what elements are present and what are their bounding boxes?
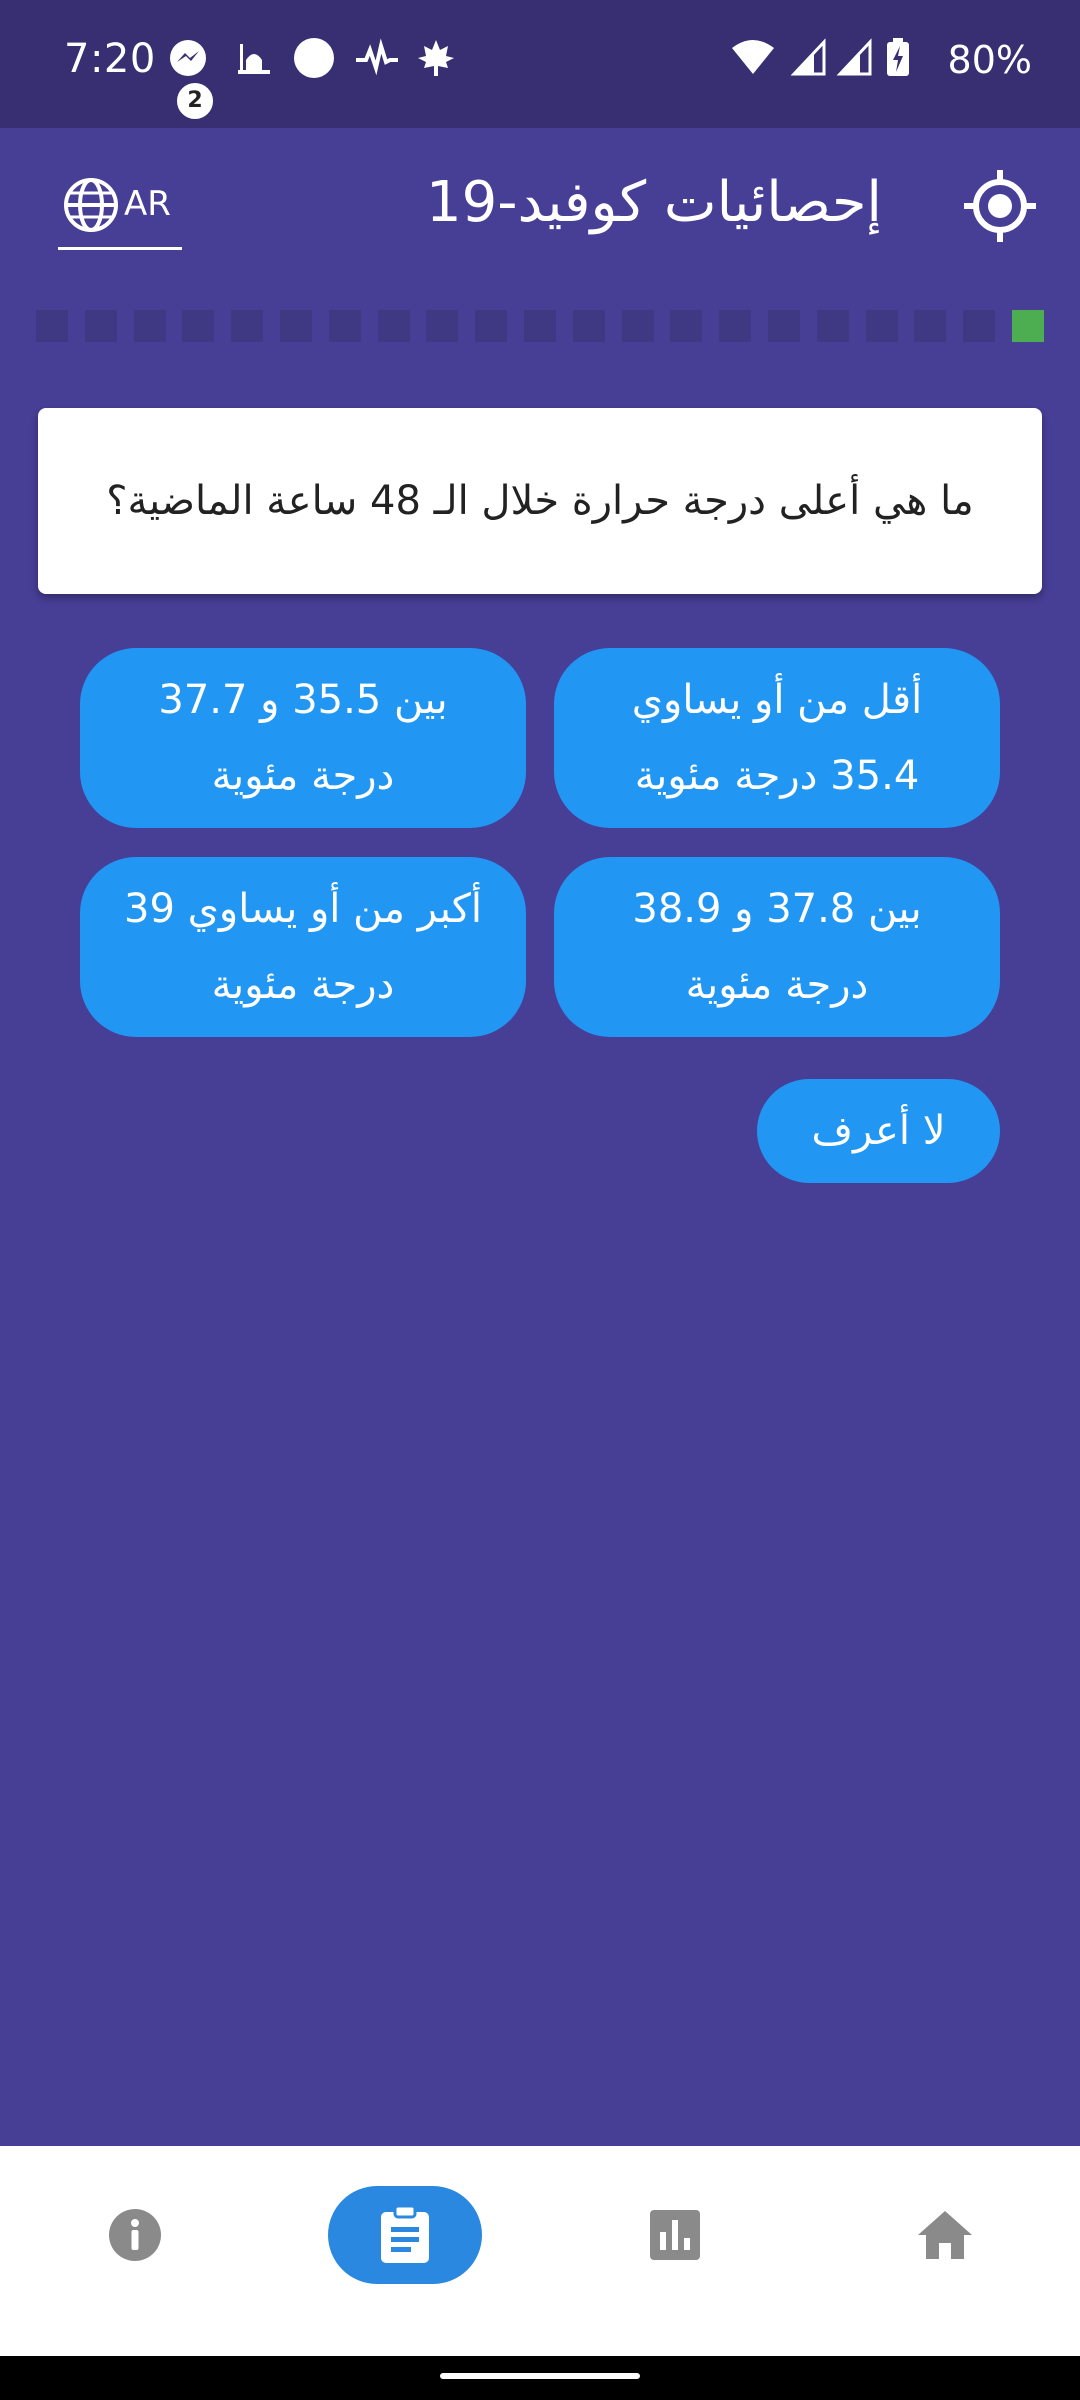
battery-percent: 80% — [947, 38, 1032, 82]
system-icons — [730, 38, 930, 88]
nav-item-info[interactable] — [58, 2186, 212, 2284]
status-bar: 7:20 2 80% — [0, 0, 1080, 128]
gesture-handle[interactable] — [440, 2373, 640, 2379]
question-card: ما هي أعلى درجة حرارة خلال الـ 48 ساعة ا… — [38, 408, 1042, 594]
progress-step — [475, 310, 508, 342]
progress-step — [621, 310, 654, 342]
language-button[interactable]: AR — [58, 174, 182, 250]
progress-step — [36, 310, 68, 342]
globe-icon — [64, 178, 118, 232]
answer-button[interactable]: أكبر من أو يساوي 39 درجة مئوية — [80, 857, 526, 1037]
progress-step — [328, 310, 361, 342]
answer-button[interactable]: أقل من أو يساوي 35.4 درجة مئوية — [554, 648, 1000, 828]
dont-know-button[interactable]: لا أعرف — [757, 1079, 1000, 1183]
progress-step — [768, 310, 800, 342]
progress-step — [719, 310, 752, 342]
progress-step — [84, 310, 117, 342]
signal-icon — [790, 38, 826, 76]
progress-step — [816, 310, 849, 342]
progress-step — [572, 310, 605, 342]
answer-button[interactable]: بين 35.5 و 37.7 درجة مئوية — [80, 648, 526, 828]
gps-target-icon — [964, 170, 1036, 242]
question-text: ما هي أعلى درجة حرارة خلال الـ 48 ساعة ا… — [106, 478, 974, 524]
messenger-icon — [170, 40, 206, 76]
home-icon — [918, 2211, 972, 2259]
progress-step — [280, 310, 312, 342]
progress-step — [133, 310, 166, 342]
progress-step — [670, 310, 703, 342]
signal-icon — [836, 38, 872, 76]
question-progress — [36, 310, 1044, 342]
progress-step — [426, 310, 459, 342]
gesture-bar — [0, 2356, 1080, 2400]
nav-item-statistics[interactable] — [598, 2186, 752, 2284]
pulse-icon — [356, 38, 398, 76]
bar-chart-icon — [650, 2210, 700, 2260]
language-label: AR — [124, 184, 171, 224]
progress-step — [963, 310, 996, 342]
progress-step — [914, 310, 947, 342]
wifi-icon — [732, 40, 774, 74]
status-time: 7:20 — [64, 36, 156, 82]
bottom-navigation — [0, 2146, 1080, 2356]
progress-step — [377, 310, 410, 342]
progress-step — [182, 310, 215, 342]
info-icon — [109, 2209, 161, 2261]
clipboard-icon — [381, 2205, 429, 2263]
progress-step — [524, 310, 556, 342]
page-title: إحصائيات كوفيد-19 — [426, 170, 882, 235]
progress-step — [1012, 310, 1044, 342]
nav-item-home[interactable] — [868, 2186, 1022, 2284]
app-bar: AR إحصائيات كوفيد-19 — [0, 128, 1080, 288]
nav-item-questions[interactable] — [328, 2186, 482, 2284]
progress-step — [231, 310, 264, 342]
progress-step — [865, 310, 898, 342]
answer-button[interactable]: بين 37.8 و 38.9 درجة مئوية — [554, 857, 1000, 1037]
location-button[interactable] — [962, 168, 1038, 244]
mosque-icon — [238, 44, 270, 74]
circle-icon — [294, 38, 334, 78]
maple-leaf-icon — [418, 40, 454, 76]
battery-charging-icon — [887, 38, 909, 76]
notification-badge: 2 — [174, 80, 216, 122]
